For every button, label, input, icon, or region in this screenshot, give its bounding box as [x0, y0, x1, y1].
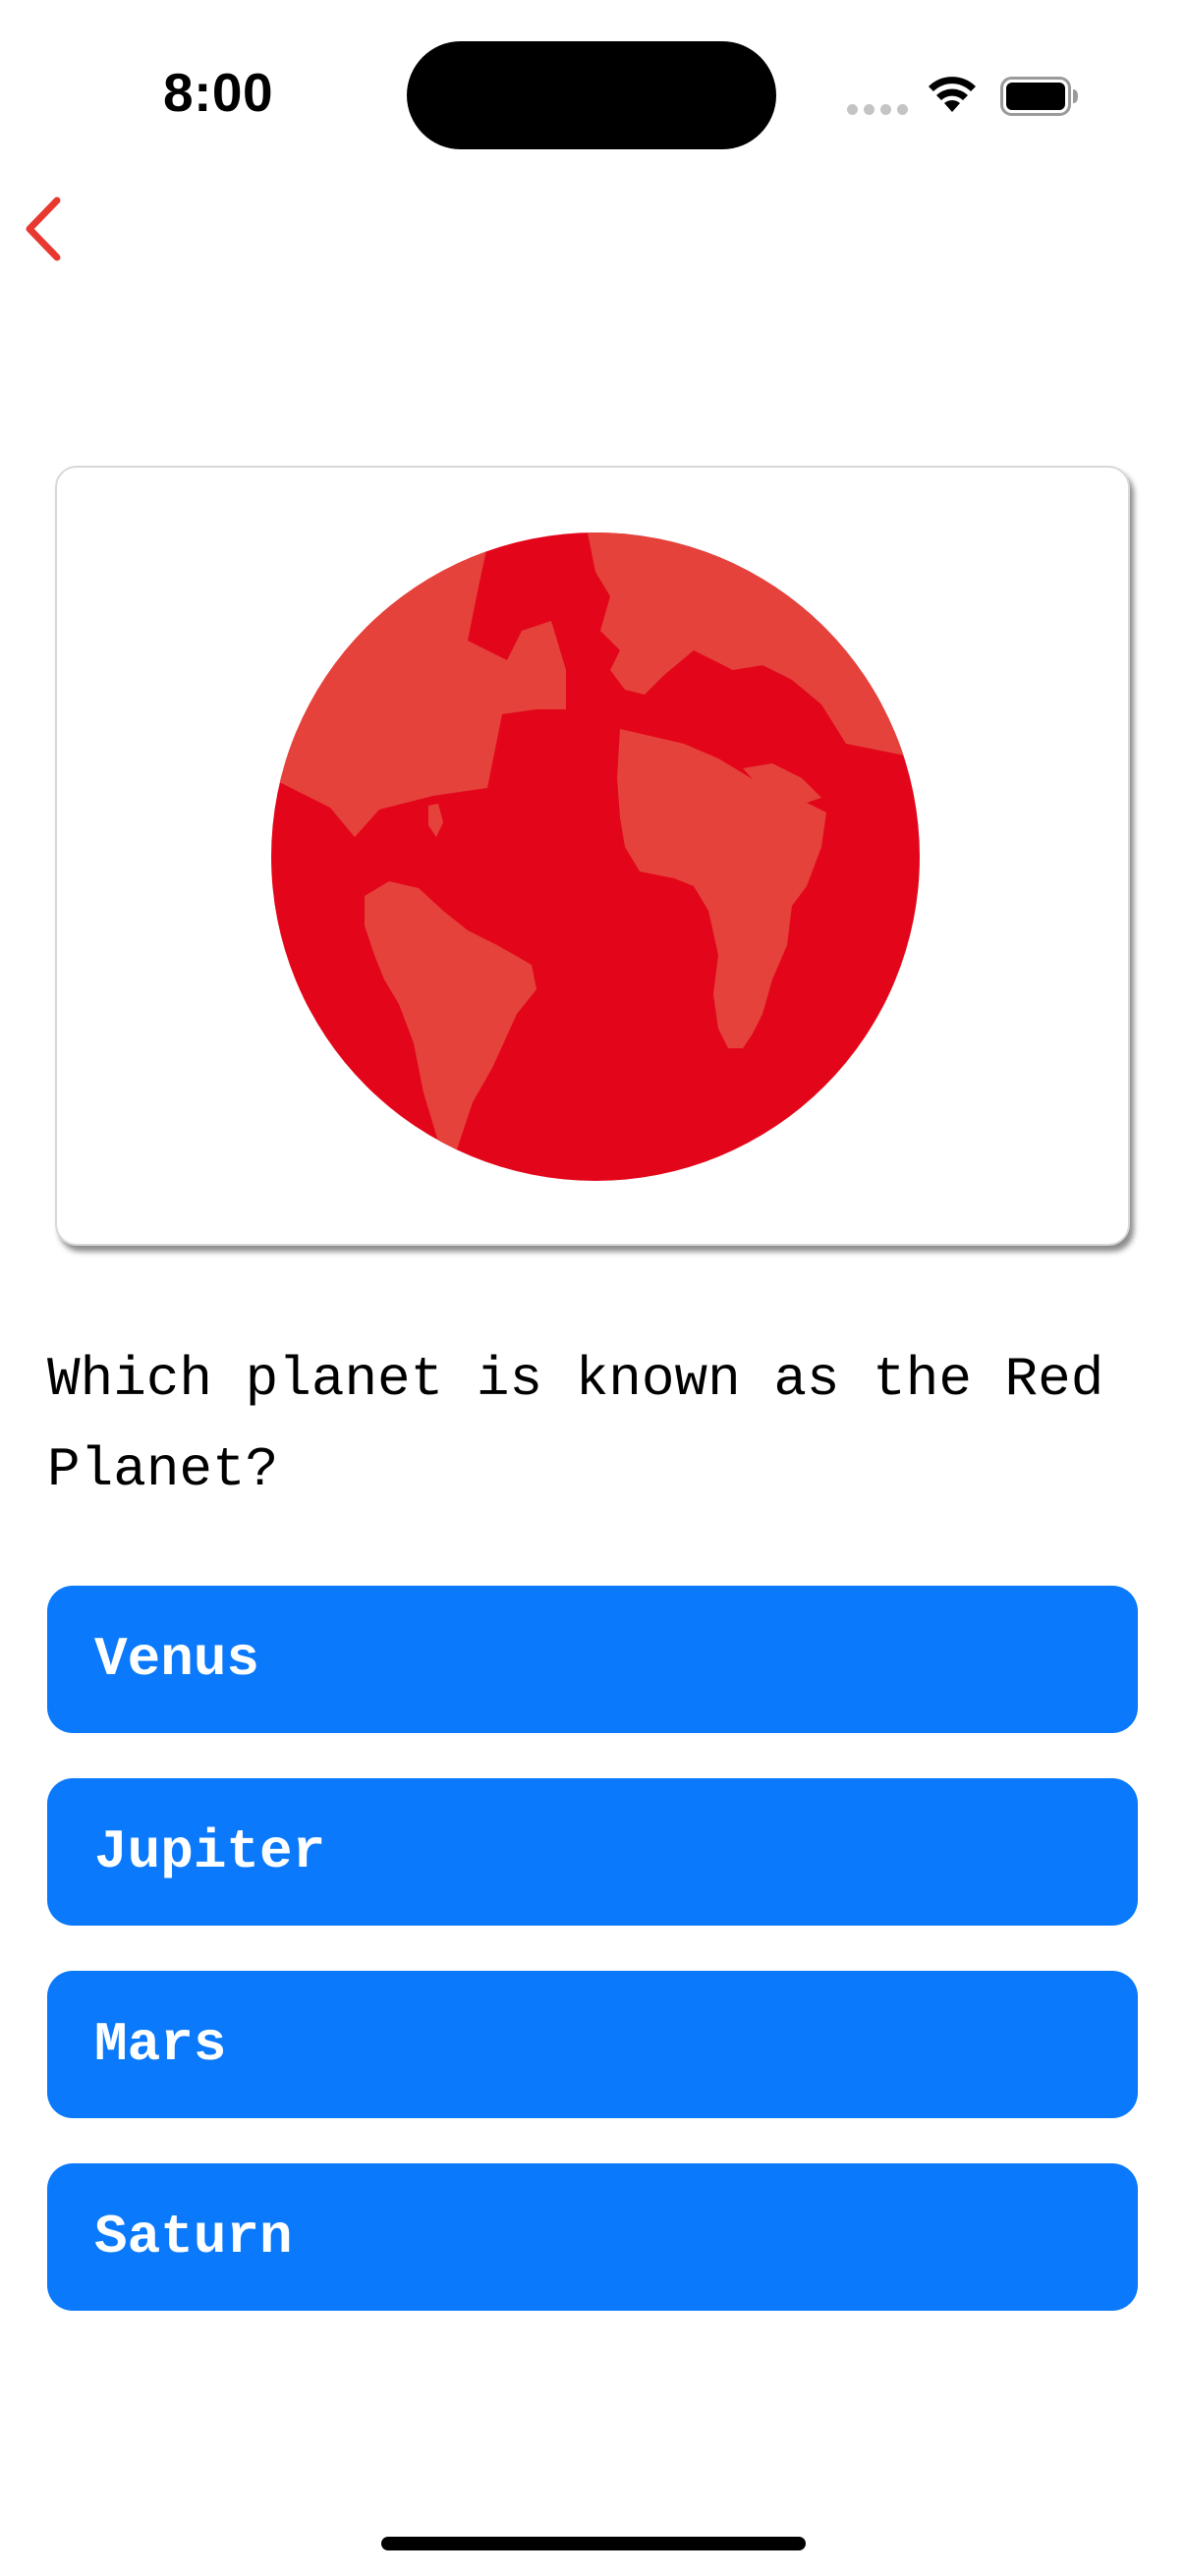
back-button[interactable] — [14, 193, 73, 265]
question-image-card — [55, 466, 1130, 1246]
answer-label: Jupiter — [94, 1820, 326, 1883]
answer-label: Mars — [94, 2013, 227, 2076]
answer-label: Venus — [94, 1628, 260, 1691]
answer-button-mars[interactable]: Mars — [47, 1971, 1138, 2118]
chevron-left-icon — [26, 196, 61, 261]
answer-list: Venus Jupiter Mars Saturn — [47, 1586, 1138, 2356]
battery-icon — [1000, 77, 1078, 116]
wifi-icon — [929, 77, 976, 112]
status-time: 8:00 — [163, 62, 274, 123]
answer-button-saturn[interactable]: Saturn — [47, 2163, 1138, 2311]
globe-icon — [271, 532, 920, 1181]
dynamic-island — [407, 41, 776, 149]
answer-button-jupiter[interactable]: Jupiter — [47, 1778, 1138, 1926]
answer-label: Saturn — [94, 2206, 293, 2268]
signal-icon — [847, 104, 908, 116]
home-indicator[interactable] — [381, 2537, 806, 2550]
question-text: Which planet is known as the Red Planet? — [47, 1348, 1104, 1501]
answer-button-venus[interactable]: Venus — [47, 1586, 1138, 1733]
